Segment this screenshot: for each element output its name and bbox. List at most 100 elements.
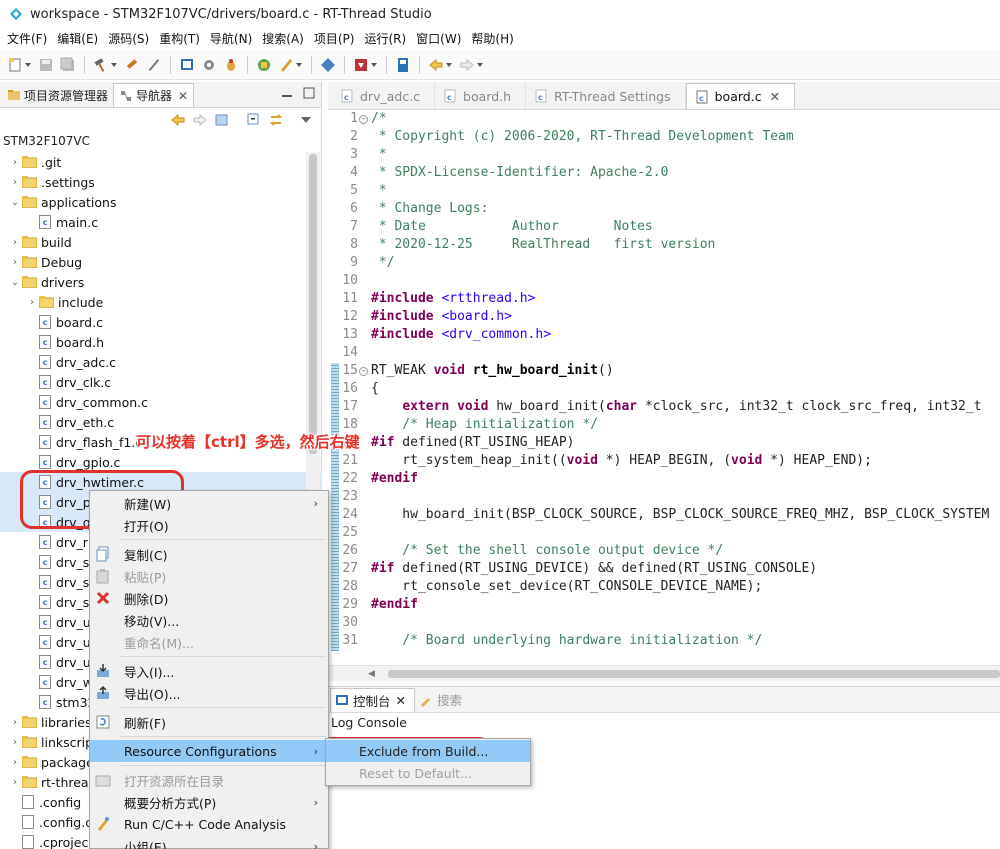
context-menu-item[interactable]: 概要分析方式(P) ›	[90, 791, 328, 813]
tree-item[interactable]: › Debug	[0, 252, 322, 272]
menu-item[interactable]: 窗口(W)	[411, 30, 466, 47]
context-menu-item[interactable]: 小组(E) ›	[90, 835, 328, 849]
context-menu-item[interactable]: 刷新(F)	[90, 711, 328, 733]
flash-download-icon[interactable]	[278, 57, 294, 73]
tree-item-label: drv_u	[56, 654, 91, 670]
view-menu-icon[interactable]	[300, 114, 312, 126]
minimize-icon[interactable]	[281, 87, 293, 99]
menu-item[interactable]: 搜索(A)	[257, 30, 309, 47]
clean-icon[interactable]	[146, 57, 162, 73]
copy-icon	[96, 546, 109, 562]
build-hammer-icon[interactable]	[93, 57, 109, 73]
line-number: 12	[342, 309, 358, 324]
code-text: /*	[371, 111, 387, 126]
new-file-icon[interactable]	[7, 57, 23, 73]
tree-item[interactable]: c drv_eth.c	[0, 412, 322, 432]
editor-tab-drv-adc-c[interactable]: c drv_adc.c	[332, 83, 436, 109]
menu-item[interactable]: 重构(T)	[154, 30, 205, 47]
close-icon[interactable]: ✕	[178, 89, 188, 103]
context-menu-item[interactable]: 移动(V)...	[90, 609, 328, 631]
forward-arrow-icon[interactable]	[459, 57, 475, 73]
serial-monitor-icon[interactable]	[395, 57, 411, 73]
code-line: 4 * SPDX-License-Identifier: Apache-2.0	[328, 165, 1000, 183]
settings-gear-icon[interactable]	[201, 57, 217, 73]
save-all-icon[interactable]	[60, 57, 76, 73]
chevron-right-icon[interactable]: ›	[8, 175, 22, 189]
context-menu-item[interactable]: 导出(O)...	[90, 682, 328, 704]
close-icon[interactable]: ✕	[396, 693, 406, 708]
editor-tab-board-c[interactable]: c board.c ✕	[685, 83, 796, 109]
download-program-icon[interactable]	[353, 57, 369, 73]
menu-item[interactable]: 运行(R)	[359, 30, 411, 47]
fold-toggle-icon[interactable]: −	[359, 115, 368, 124]
submenu-item[interactable]: Exclude from Build...	[326, 740, 530, 762]
collapse-all-icon[interactable]	[246, 112, 262, 128]
context-menu-item[interactable]: 导入(I)...	[90, 660, 328, 682]
tab-console[interactable]: 控制台 ✕	[330, 687, 415, 712]
tree-item[interactable]: › .git	[0, 152, 322, 172]
menu-item[interactable]: 项目(P)	[309, 30, 360, 47]
chevron-right-icon[interactable]: ›	[8, 755, 22, 769]
code-text: hw_board_init(BSP_CLOCK_SOURCE, BSP_CLOC…	[371, 507, 990, 522]
package-icon[interactable]	[256, 57, 272, 73]
chevron-right-icon[interactable]: ›	[8, 775, 22, 789]
context-menu-item[interactable]: Run C/C++ Code Analysis	[90, 813, 328, 835]
tree-item[interactable]: › .settings	[0, 172, 322, 192]
terminal-icon[interactable]	[179, 57, 195, 73]
tree-item[interactable]: ⌄ applications	[0, 192, 322, 212]
menu-item[interactable]: 编辑(E)	[52, 30, 103, 47]
tree-item[interactable]: c main.c	[0, 212, 322, 232]
code-area[interactable]: 1−/* 2 * Copyright (c) 2006-2020, RT-Thre…	[328, 111, 1000, 667]
chevron-right-icon[interactable]: ›	[8, 715, 22, 729]
menu-item[interactable]: 源码(S)	[103, 30, 154, 47]
link-editor-icon[interactable]	[268, 112, 284, 128]
tree-item[interactable]: c drv_gpio.c	[0, 452, 322, 472]
context-menu-item[interactable]: 复制(C)	[90, 543, 328, 565]
editor-horizontal-scrollbar[interactable]: ◀	[328, 665, 1000, 681]
tree-item[interactable]: c drv_common.c	[0, 392, 322, 412]
tree-item[interactable]: c board.c	[0, 312, 322, 332]
forward-arrow-icon[interactable]	[192, 112, 208, 128]
back-arrow-icon[interactable]	[428, 57, 444, 73]
editor-tab-board-h[interactable]: c board.h	[435, 83, 527, 109]
tab-search[interactable]: 搜索	[415, 688, 470, 712]
folder-icon	[39, 296, 54, 308]
context-menu-item[interactable]: Resource Configurations ›	[90, 740, 328, 762]
editor-tab-rt-thread-settings[interactable]: c RT-Thread Settings	[526, 83, 686, 109]
rebuild-icon[interactable]	[124, 57, 140, 73]
fold-toggle-icon[interactable]: −	[359, 367, 368, 376]
chevron-right-icon[interactable]: ›	[8, 735, 22, 749]
tree-item[interactable]: › include	[0, 292, 322, 312]
back-arrow-icon[interactable]	[170, 112, 186, 128]
tree-item[interactable]: ⌄ drivers	[0, 272, 322, 292]
tree-item[interactable]: c board.h	[0, 332, 322, 352]
debug-bug-icon[interactable]	[223, 57, 239, 73]
folder-icon	[22, 716, 37, 728]
context-menu-item[interactable]: 新建(W) ›	[90, 492, 328, 514]
go-into-icon[interactable]	[214, 112, 230, 128]
context-menu-item[interactable]: 打开(O)	[90, 514, 328, 536]
c-file-icon: c	[39, 535, 51, 549]
menu-item[interactable]: 帮助(H)	[466, 30, 518, 47]
chevron-right-icon[interactable]: ›	[8, 235, 22, 249]
tree-item[interactable]: › build	[0, 232, 322, 252]
chevron-down-icon[interactable]: ⌄	[8, 275, 22, 289]
tree-item[interactable]: c drv_adc.c	[0, 352, 322, 372]
menu-item[interactable]: 导航(N)	[205, 30, 257, 47]
chevron-right-icon[interactable]: ›	[8, 155, 22, 169]
tab-navigator[interactable]: 导航器 ✕	[113, 83, 195, 107]
menu-item[interactable]: 文件(F)	[2, 30, 52, 47]
close-icon[interactable]: ✕	[770, 89, 780, 104]
code-line: 6 * Change Logs:	[328, 201, 1000, 219]
maximize-icon[interactable]	[303, 87, 315, 99]
scroll-left-arrow-icon[interactable]: ◀	[368, 669, 375, 679]
tree-item[interactable]: c drv_clk.c	[0, 372, 322, 392]
sdk-manager-icon[interactable]	[320, 57, 336, 73]
line-number: 14	[342, 345, 358, 360]
chevron-right-icon[interactable]: ›	[25, 295, 39, 309]
chevron-right-icon[interactable]: ›	[8, 255, 22, 269]
tab-project-explorer[interactable]: 项目资源管理器	[2, 83, 113, 107]
context-menu-item[interactable]: 删除(D)	[90, 587, 328, 609]
save-icon[interactable]	[38, 57, 54, 73]
chevron-down-icon[interactable]: ⌄	[8, 195, 22, 209]
